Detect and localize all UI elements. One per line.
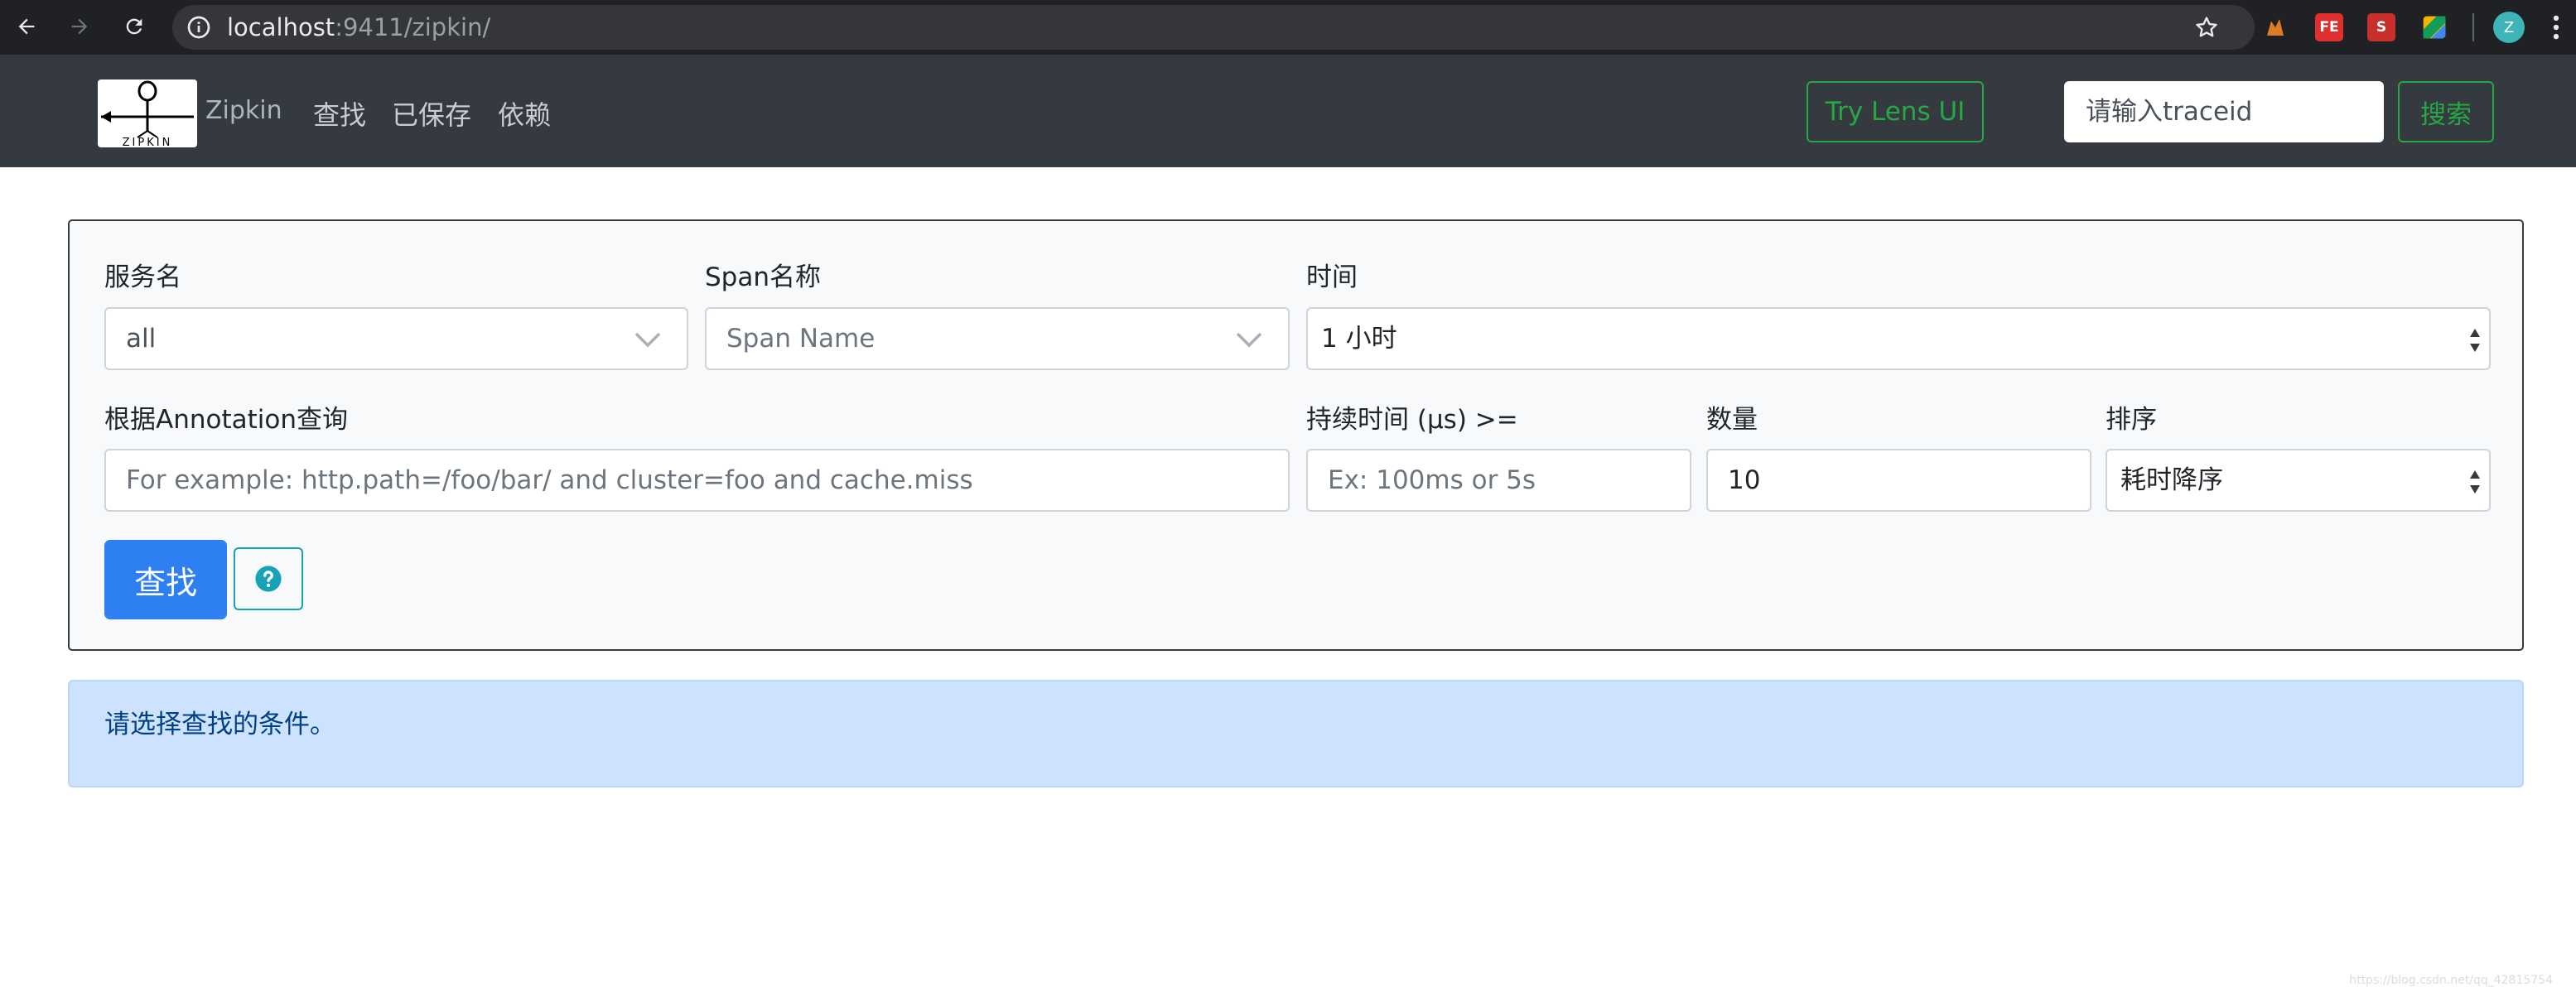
menu-dots-icon[interactable]: [2549, 12, 2563, 46]
time-label: 时间: [1306, 262, 1358, 292]
reload-icon[interactable]: [116, 8, 152, 45]
duration-label: 持续时间 (μs) >=: [1306, 405, 1518, 435]
brand-name[interactable]: Zipkin: [205, 96, 282, 125]
annotation-placeholder: For example: http.path=/foo/bar/ and clu…: [126, 465, 973, 495]
help-button[interactable]: [234, 547, 303, 610]
limit-input[interactable]: 10: [1706, 449, 2091, 512]
try-lens-ui-button[interactable]: Try Lens UI: [1807, 81, 1984, 142]
drive-extension-icon[interactable]: [2420, 13, 2448, 41]
time-select[interactable]: 1 小时: [1306, 307, 2491, 370]
app-navbar: ZIPKIN Zipkin 查找 已保存 依赖 Try Lens UI 搜索: [0, 55, 2576, 167]
profile-avatar[interactable]: Z: [2493, 12, 2525, 43]
find-button[interactable]: 查找: [104, 540, 227, 619]
forward-arrow-icon[interactable]: [61, 8, 98, 45]
sort-value: 耗时降序: [2120, 465, 2223, 495]
search-button[interactable]: 搜索: [2398, 81, 2494, 142]
sort-select[interactable]: 耗时降序: [2106, 449, 2491, 512]
nav-link-dependencies[interactable]: 依赖: [498, 94, 551, 132]
duration-placeholder: Ex: 100ms or 5s: [1328, 465, 1536, 495]
span-name-select[interactable]: Span Name: [705, 307, 1290, 370]
url-path: :9411/zipkin/: [335, 13, 491, 41]
limit-label: 数量: [1706, 405, 1758, 435]
watermark: https://blog.csdn.net/qq_42815754: [2349, 974, 2553, 987]
search-form-panel: 服务名 all Span名称 Span Name 时间 1 小时 根据Annot…: [68, 219, 2524, 651]
span-name-label: Span名称: [705, 262, 821, 292]
updown-arrows-icon: [2470, 470, 2480, 494]
nav-link-saved[interactable]: 已保存: [392, 94, 471, 132]
question-circle-icon: [255, 566, 282, 592]
url-host: localhost: [227, 13, 335, 41]
nav-link-find[interactable]: 查找: [313, 94, 366, 132]
updown-arrows-icon: [2470, 329, 2480, 352]
chevron-down-icon: [1236, 332, 1262, 348]
service-value: all: [126, 324, 157, 354]
duration-input[interactable]: Ex: 100ms or 5s: [1306, 449, 1691, 512]
url-text: localhost:9411/zipkin/: [227, 5, 490, 50]
chevron-down-icon: [634, 332, 661, 348]
fe-extension-icon[interactable]: FE: [2315, 13, 2343, 41]
info-alert: 请选择查找的条件。: [68, 680, 2524, 787]
span-name-placeholder: Span Name: [726, 324, 876, 354]
traceid-input[interactable]: [2064, 81, 2384, 142]
limit-value: 10: [1728, 465, 1761, 495]
alert-text: 请选择查找的条件。: [104, 710, 335, 739]
time-value: 1 小时: [1321, 324, 1397, 354]
sort-label: 排序: [2106, 405, 2157, 435]
zipkin-logo[interactable]: ZIPKIN: [98, 79, 197, 149]
back-arrow-icon[interactable]: [8, 8, 45, 45]
site-info-icon[interactable]: [186, 14, 212, 44]
service-select[interactable]: all: [104, 307, 688, 370]
annotation-label: 根据Annotation查询: [104, 405, 349, 435]
logo-text: ZIPKIN: [123, 137, 173, 147]
annotation-query-input[interactable]: For example: http.path=/foo/bar/ and clu…: [104, 449, 1290, 512]
address-bar[interactable]: localhost:9411/zipkin/: [172, 5, 2255, 50]
toolbar-divider: [2472, 13, 2474, 41]
service-label: 服务名: [104, 262, 181, 292]
s-extension-icon[interactable]: S: [2367, 13, 2395, 41]
browser-toolbar: localhost:9411/zipkin/ FE S Z: [0, 0, 2576, 55]
bookmark-star-icon[interactable]: [2193, 14, 2220, 44]
fox-extension-icon[interactable]: [2261, 13, 2289, 41]
